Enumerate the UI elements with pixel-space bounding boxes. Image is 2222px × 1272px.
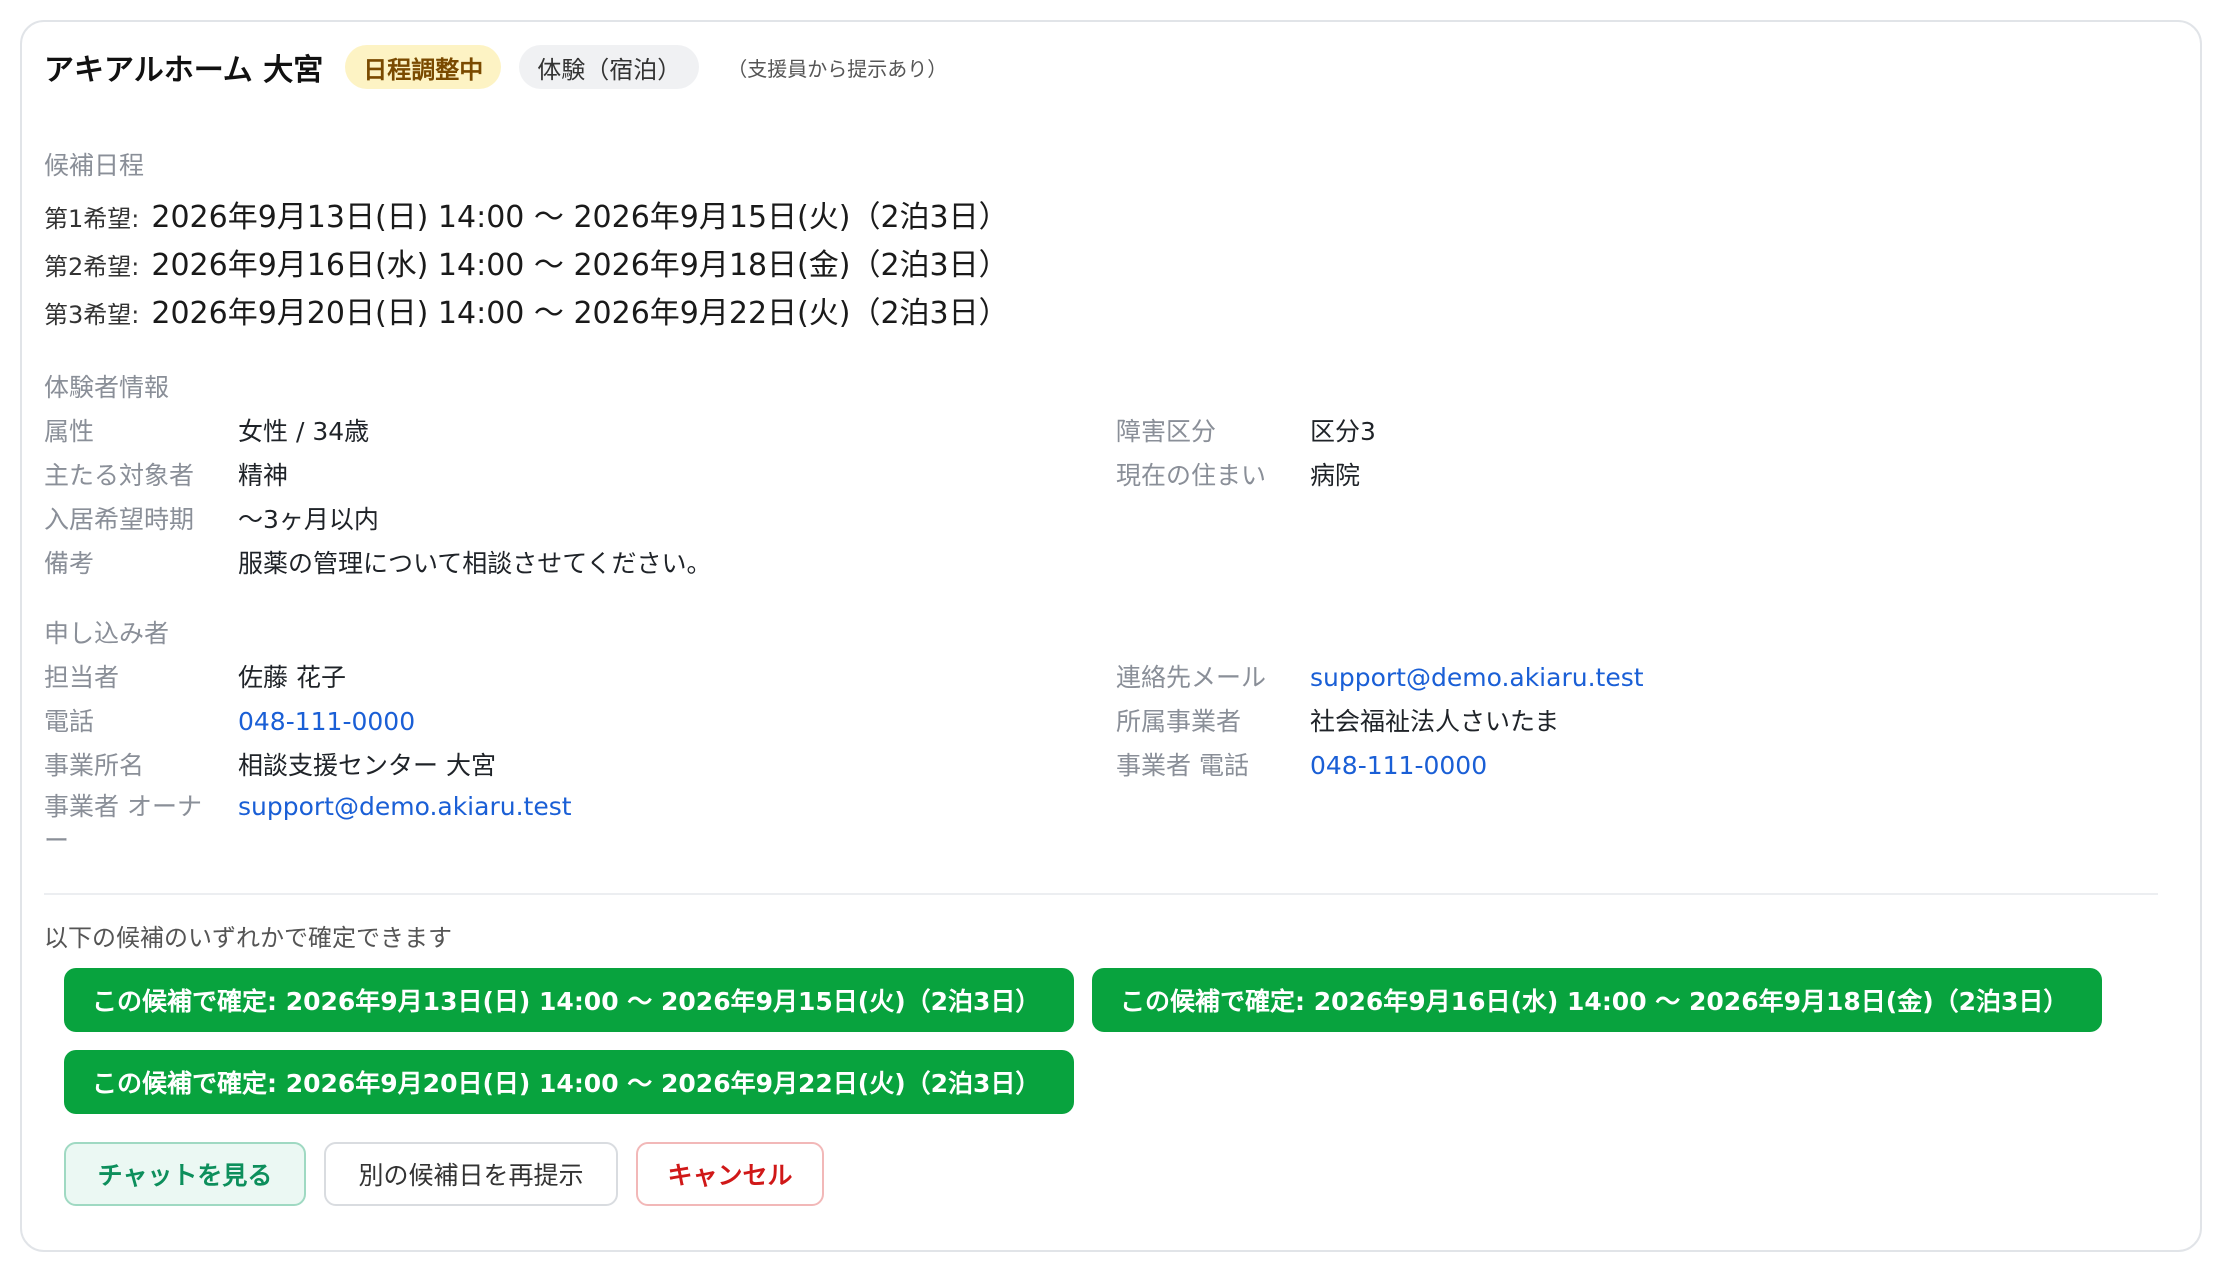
phone-row: 電話 048-111-0000: [44, 702, 415, 738]
owner-label: 事業者 オーナー: [44, 792, 202, 855]
owner-email-link[interactable]: support@demo.akiaru.test: [238, 790, 572, 824]
confirm-candidate-2-button[interactable]: この候補で確定: 2026年9月16日(水) 14:00 〜 2026年9月18…: [1092, 968, 2102, 1032]
card-header: アキアルホーム 大宮 日程調整中 体験（宿泊） （支援員から提示あり）: [44, 44, 947, 90]
confirm-hint: 以下の候補のいずれかで確定できます: [44, 924, 452, 952]
candidate-value: 2026年9月20日(日) 14:00 〜 2026年9月22日(火)（2泊3日…: [151, 296, 1009, 331]
org-phone-label: 事業者 電話: [1116, 751, 1249, 780]
confirm-candidate-3-button[interactable]: この候補で確定: 2026年9月20日(日) 14:00 〜 2026年9月22…: [64, 1050, 1074, 1114]
experiencer-section-title: 体験者情報: [44, 373, 170, 402]
type-badge: 体験（宿泊）: [519, 45, 700, 89]
person-value: 佐藤 花子: [238, 663, 346, 692]
org-phone-link[interactable]: 048-111-0000: [1310, 751, 1487, 780]
target-label: 主たる対象者: [44, 461, 195, 490]
cancel-button[interactable]: キャンセル: [636, 1142, 824, 1206]
candidate-2: 第2希望: 2026年9月16日(水) 14:00 〜 2026年9月18日(金…: [44, 240, 1009, 284]
disability-value: 区分3: [1310, 417, 1376, 446]
applicant-section-title: 申し込み者: [44, 619, 170, 648]
org-row: 所属事業者 社会福祉法人さいたま: [1116, 702, 1559, 738]
view-chat-button[interactable]: チャットを見る: [64, 1142, 306, 1206]
phone-label: 電話: [44, 707, 95, 736]
attribute-value: 女性 / 34歳: [238, 417, 370, 446]
status-badge: 日程調整中: [345, 45, 502, 89]
residence-value: 病院: [1310, 461, 1361, 490]
office-row: 事業所名 相談支援センター 大宮: [44, 746, 496, 782]
repropose-dates-button[interactable]: 別の候補日を再提示: [324, 1142, 618, 1206]
move-in-label: 入居希望時期: [44, 505, 195, 534]
residence-label: 現在の住まい: [1116, 461, 1267, 490]
email-label: 連絡先メール: [1116, 663, 1267, 692]
owner-row: 事業者 オーナー support@demo.akiaru.test: [44, 790, 572, 858]
candidate-label: 第2希望:: [44, 253, 140, 281]
target-value: 精神: [238, 461, 289, 490]
proposal-note: （支援員から提示あり）: [727, 56, 948, 81]
org-phone-row: 事業者 電話 048-111-0000: [1116, 746, 1487, 782]
attribute-label: 属性: [44, 417, 95, 446]
remarks-value: 服薬の管理について相談させてください。: [238, 549, 712, 578]
person-row: 担当者 佐藤 花子: [44, 658, 346, 694]
office-value: 相談支援センター 大宮: [238, 751, 496, 780]
org-label: 所属事業者: [1116, 707, 1242, 736]
confirm-candidate-1-button[interactable]: この候補で確定: 2026年9月13日(日) 14:00 〜 2026年9月15…: [64, 968, 1074, 1032]
candidates-section-title: 候補日程: [44, 151, 145, 180]
divider: [44, 893, 2158, 895]
move-in-value: 〜3ヶ月以内: [238, 505, 379, 534]
residence-row: 現在の住まい 病院: [1116, 456, 1360, 492]
office-label: 事業所名: [44, 751, 145, 780]
move-in-row: 入居希望時期 〜3ヶ月以内: [44, 500, 379, 536]
candidate-label: 第1希望:: [44, 205, 140, 233]
facility-title: アキアルホーム 大宮: [44, 53, 324, 88]
remarks-row: 備考 服薬の管理について相談させてください。: [44, 544, 712, 580]
candidate-value: 2026年9月16日(水) 14:00 〜 2026年9月18日(金)（2泊3日…: [151, 248, 1009, 283]
person-label: 担当者: [44, 663, 120, 692]
attribute-row: 属性 女性 / 34歳: [44, 412, 369, 448]
disability-label: 障害区分: [1116, 417, 1217, 446]
org-value: 社会福祉法人さいたま: [1310, 707, 1560, 736]
remarks-label: 備考: [44, 549, 95, 578]
candidate-3: 第3希望: 2026年9月20日(日) 14:00 〜 2026年9月22日(火…: [44, 288, 1009, 332]
candidate-1: 第1希望: 2026年9月13日(日) 14:00 〜 2026年9月15日(火…: [44, 192, 1009, 236]
candidate-value: 2026年9月13日(日) 14:00 〜 2026年9月15日(火)（2泊3日…: [151, 200, 1009, 235]
phone-link[interactable]: 048-111-0000: [238, 707, 415, 736]
email-link[interactable]: support@demo.akiaru.test: [1310, 663, 1644, 692]
candidate-label: 第3希望:: [44, 301, 140, 329]
target-row: 主たる対象者 精神: [44, 456, 288, 492]
email-row: 連絡先メール support@demo.akiaru.test: [1116, 658, 1644, 694]
disability-row: 障害区分 区分3: [1116, 412, 1376, 448]
